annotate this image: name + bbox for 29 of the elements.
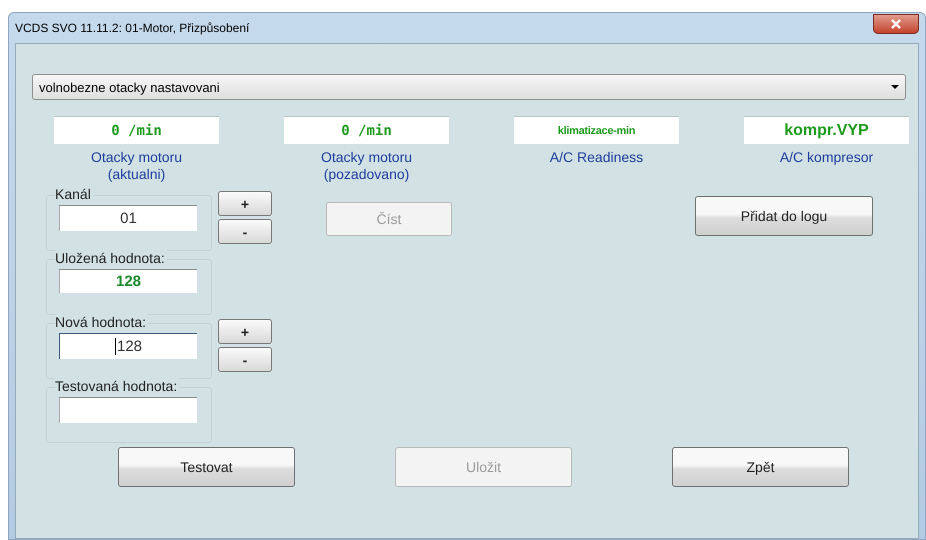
field-label: Uložená hodnota: bbox=[55, 250, 167, 266]
increment-button[interactable]: + bbox=[218, 191, 272, 216]
readout-display: 0 /min bbox=[284, 116, 449, 144]
dropdown[interactable]: volnobezne otacky nastavovani bbox=[32, 74, 906, 100]
close-icon bbox=[890, 19, 902, 29]
decrement-button[interactable]: - bbox=[218, 219, 272, 244]
dialog-button[interactable]: Zpět bbox=[672, 447, 849, 487]
field-label: Testovaná hodnota: bbox=[55, 378, 180, 394]
readout-display: kompr.VYP bbox=[744, 116, 909, 144]
dialog-button[interactable]: Testovat bbox=[118, 447, 295, 487]
input-field[interactable] bbox=[59, 397, 197, 423]
dropdown-value: volnobezne otacky nastavovani bbox=[39, 80, 220, 94]
readout-label: A/C kompresor bbox=[780, 149, 874, 166]
input-field[interactable]: 128 bbox=[59, 333, 197, 359]
increment-button[interactable]: + bbox=[218, 319, 272, 344]
readout-label: Otacky motoru (pozadovano) bbox=[320, 149, 412, 183]
decrement-button[interactable]: - bbox=[218, 347, 272, 372]
readout-label: Otacky motoru (aktualni) bbox=[90, 149, 182, 183]
caret-icon bbox=[891, 85, 899, 89]
window-title: VCDS SVO 11.11.2: 01-Motor, Přizpůsobení bbox=[15, 21, 250, 35]
readout-display: 0 /min bbox=[54, 116, 219, 144]
field-label: Kanál bbox=[55, 186, 93, 202]
readout-display: klimatizace-min bbox=[514, 116, 679, 144]
input-field: 128 bbox=[59, 269, 197, 293]
readout-label: A/C Readiness bbox=[550, 149, 644, 166]
close-button[interactable] bbox=[873, 14, 919, 34]
add-to-log-button[interactable]: Přidat do logu bbox=[695, 196, 873, 236]
field-label: Nová hodnota: bbox=[55, 314, 148, 330]
input-field[interactable]: 01 bbox=[59, 205, 197, 231]
